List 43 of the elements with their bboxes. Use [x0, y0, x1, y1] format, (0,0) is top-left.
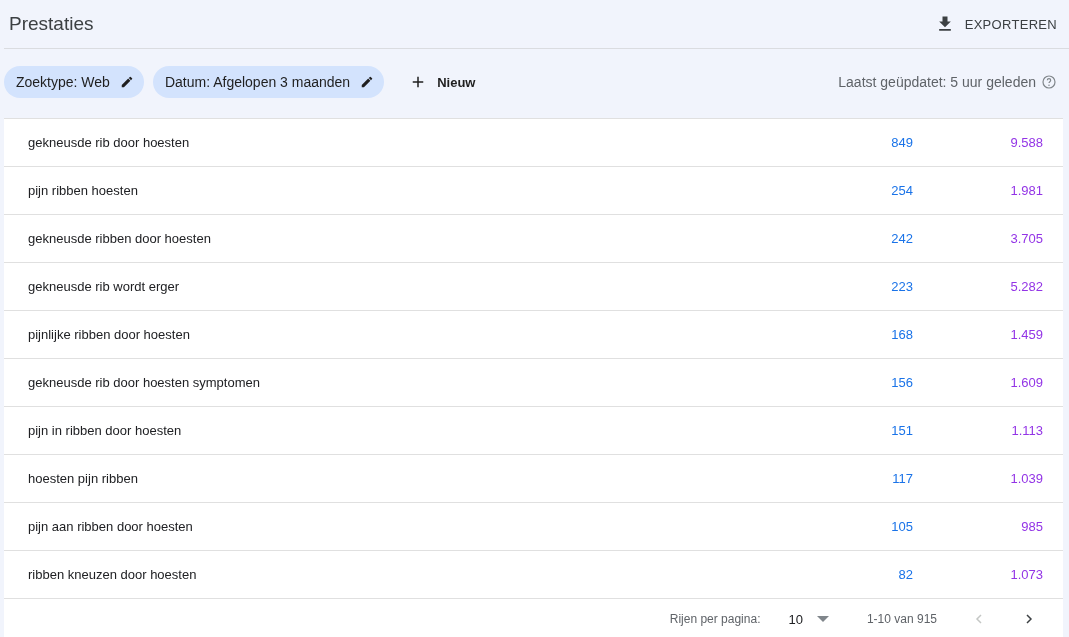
pencil-icon — [360, 75, 375, 89]
rows-per-page-dropdown[interactable]: 10 — [782, 610, 835, 628]
filter-chip[interactable]: Zoektype: Web — [4, 66, 144, 98]
clicks-cell: 117 — [892, 471, 913, 486]
clicks-cell: 254 — [891, 183, 913, 198]
clicks-cell: 82 — [898, 567, 913, 582]
query-cell: pijn in ribben door hoesten — [28, 423, 182, 438]
last-updated-text: Laatst geüpdatet: 5 uur geleden — [838, 74, 1036, 90]
query-cell: pijnlijke ribben door hoesten — [28, 327, 190, 342]
query-cell: hoesten pijn ribben — [28, 471, 138, 486]
impressions-cell: 1.113 — [1011, 423, 1043, 438]
clicks-cell: 242 — [891, 231, 913, 246]
caret-icon — [816, 616, 829, 622]
impressions-cell: 1.073 — [1010, 567, 1043, 582]
pencil-icon — [119, 75, 134, 89]
clicks-cell: 223 — [891, 279, 913, 294]
query-cell: pijn ribben hoesten — [28, 183, 138, 198]
new-filter-button[interactable]: Nieuw — [403, 72, 482, 92]
query-cell: ribben kneuzen door hoesten — [28, 567, 197, 582]
clicks-cell: 849 — [891, 135, 913, 150]
clicks-cell: 168 — [891, 327, 913, 342]
clicks-cell: 105 — [891, 519, 913, 534]
impressions-cell: 1.609 — [1010, 375, 1043, 390]
query-cell: gekneusde ribben door hoesten — [28, 231, 211, 246]
help-icon[interactable] — [1041, 74, 1057, 90]
impressions-cell: 985 — [1021, 519, 1043, 534]
clicks-cell: 156 — [891, 375, 913, 390]
rows-per-page-label: Rijen per pagina: — [669, 612, 761, 626]
clicks-cell: 151 — [891, 423, 913, 438]
impressions-cell: 3.705 — [1010, 231, 1043, 246]
query-cell: pijn aan ribben door hoesten — [28, 519, 193, 534]
impressions-cell: 1.981 — [1010, 183, 1043, 198]
impressions-cell: 1.459 — [1010, 327, 1043, 342]
query-cell: gekneusde rib wordt erger — [28, 279, 180, 294]
page-range-text: 1-10 van 915 — [866, 612, 937, 626]
query-cell: gekneusde rib door hoesten — [28, 135, 190, 150]
page-title: Prestaties — [9, 13, 94, 35]
filter-chip[interactable]: Datum: Afgelopen 3 maanden — [152, 66, 385, 98]
export-button[interactable]: EXPORTEREN — [934, 10, 1057, 38]
query-cell: gekneusde rib door hoesten symptomen — [28, 375, 260, 390]
impressions-cell: 9.588 — [1010, 135, 1043, 150]
impressions-cell: 5.282 — [1010, 279, 1043, 294]
impressions-cell: 1.039 — [1010, 471, 1043, 486]
